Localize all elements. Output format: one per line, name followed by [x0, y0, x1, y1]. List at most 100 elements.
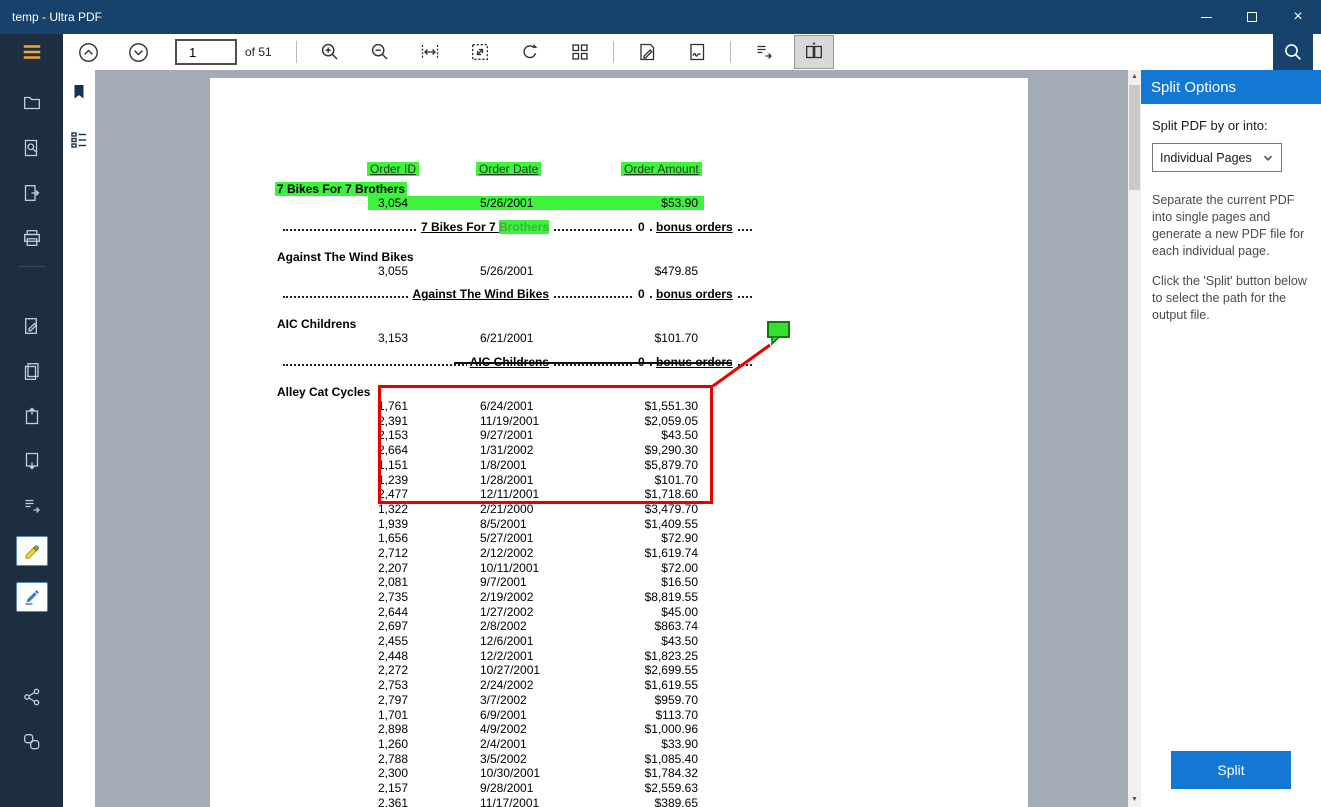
- order-row: 2,712 2/12/2002 $1,619.74: [210, 546, 1028, 561]
- split-options-body: Split PDF by or into: Individual Pages S…: [1141, 104, 1321, 807]
- open-file-button[interactable]: [0, 80, 63, 125]
- order-amount-cell: $1,823.25: [644, 648, 698, 663]
- order-amount-cell: $1,409.55: [644, 516, 698, 531]
- summary-name: AIC Childrens: [466, 355, 552, 371]
- order-date-cell: 6/21/2001: [480, 331, 534, 346]
- summary-name: 7 Bikes For 7 Brothers: [417, 219, 552, 235]
- close-button[interactable]: ×: [1275, 0, 1321, 34]
- summary-name-part: 7 Bikes For 7: [420, 219, 499, 234]
- annotation-connector-line: [712, 343, 771, 388]
- fit-page-button[interactable]: [460, 35, 500, 69]
- order-row: 1,701 6/9/2001 $113.70: [210, 708, 1028, 723]
- order-date-cell: 5/26/2001: [480, 263, 534, 278]
- minimize-button[interactable]: [1183, 0, 1229, 34]
- maximize-button[interactable]: [1229, 0, 1275, 34]
- close-icon: ×: [1293, 8, 1303, 25]
- toolbar-separator: [295, 41, 297, 63]
- order-id-cell: 2,272: [377, 663, 408, 678]
- menu-button[interactable]: [0, 34, 63, 70]
- sign-document-button[interactable]: [677, 35, 717, 69]
- chevron-down-icon: [1263, 155, 1273, 161]
- export-page-button[interactable]: [0, 170, 63, 215]
- zoom-in-button[interactable]: [310, 35, 350, 69]
- print-button[interactable]: [0, 215, 63, 260]
- extract-text-button[interactable]: [0, 483, 63, 528]
- annotation-red-box[interactable]: [378, 385, 713, 504]
- page-number-input[interactable]: [175, 39, 237, 65]
- order-row: 1,260 2/4/2001 $33.90: [210, 737, 1028, 752]
- order-id-cell: 3,054: [377, 196, 408, 210]
- split-mode-dropdown[interactable]: Individual Pages: [1152, 143, 1282, 172]
- group-summary: Against The Wind Bikes 0 bonus orders: [210, 287, 1028, 303]
- order-row: 2,735 2/19/2002 $8,819.55: [210, 590, 1028, 605]
- rotate-button[interactable]: [510, 35, 550, 69]
- highlight-tool-button[interactable]: [15, 536, 48, 566]
- order-date-cell: 2/19/2002: [480, 590, 534, 604]
- order-date-cell: 4/9/2002: [480, 722, 527, 737]
- zoom-in-icon: [321, 43, 338, 60]
- order-amount-cell: $1,619.55: [644, 678, 698, 693]
- split-description-1: Separate the current PDF into single pag…: [1152, 193, 1305, 258]
- fit-width-button[interactable]: [410, 35, 450, 69]
- order-id-cell: 3,153: [377, 331, 408, 346]
- order-group: 7 Bikes For 7 Brothers 3,054 5/26/2001 $53.…: [210, 182, 1028, 235]
- order-id-cell: 1,260: [377, 736, 408, 751]
- search-button[interactable]: [1273, 34, 1313, 70]
- content-row: Order ID Order Date Order Amount 7 Bikes…: [63, 70, 1321, 807]
- order-amount-cell: $8,819.55: [644, 590, 698, 604]
- order-row: 2,788 3/5/2002 $1,085.40: [210, 752, 1028, 767]
- order-row: 2,697 2/8/2002 $863.74: [210, 619, 1028, 634]
- order-row: 1,656 5/27/2001 $72.90: [210, 531, 1028, 546]
- share-button[interactable]: [0, 674, 63, 719]
- strikeout-tool-button[interactable]: [15, 582, 48, 612]
- thumbnails-button[interactable]: [560, 35, 600, 69]
- bookmarks-tab[interactable]: [66, 80, 92, 104]
- order-row: 2,455 12/6/2001 $43.50: [210, 634, 1028, 649]
- page-insert-icon: [25, 406, 38, 424]
- order-date-cell: 2/24/2002: [480, 678, 534, 693]
- search-document-button[interactable]: [0, 125, 63, 170]
- fit-page-icon: [471, 44, 488, 60]
- summary-count: 0: [634, 219, 649, 235]
- order-amount-cell: $1,784.32: [644, 766, 698, 781]
- stamps-button[interactable]: [0, 719, 63, 764]
- summary-count: 0: [634, 355, 649, 371]
- order-date-cell: 6/9/2001: [480, 707, 527, 722]
- order-amount-cell: $389.65: [654, 795, 698, 807]
- page-insert-button[interactable]: [0, 393, 63, 438]
- maximize-icon: [1247, 12, 1257, 22]
- edit-document-button[interactable]: [627, 35, 667, 69]
- thumbnails-tab[interactable]: [66, 128, 92, 152]
- summary-name-part: Brothers: [498, 219, 549, 234]
- annotation-comment-icon[interactable]: [766, 319, 793, 346]
- order-row: 2,797 3/7/2002 $959.70: [210, 693, 1028, 708]
- order-date-cell: 12/2/2001: [480, 648, 534, 663]
- order-id-cell: 2,448: [377, 648, 408, 663]
- previous-page-button[interactable]: [68, 35, 108, 69]
- chevron-up-circle-icon: [78, 42, 98, 62]
- page-count-label: of 51: [245, 45, 272, 59]
- page-edit-button[interactable]: [0, 303, 63, 348]
- order-id-cell: 1,322: [377, 501, 408, 516]
- summary-count: 0: [634, 287, 649, 303]
- vertical-scrollbar[interactable]: ▲ ▼: [1128, 70, 1141, 807]
- page-edit-icon: [24, 317, 37, 334]
- split-document-button[interactable]: [793, 35, 834, 69]
- group-name: 7 Bikes For 7 Brothers: [275, 182, 408, 196]
- page-copy-button[interactable]: [0, 348, 63, 393]
- zoom-out-button[interactable]: [360, 35, 400, 69]
- scroll-down-button[interactable]: ▼: [1128, 793, 1141, 807]
- page-extract-button[interactable]: [0, 438, 63, 483]
- order-group: AIC Childrens 3,153 6/21/2001 $101.70 AIC Ch…: [210, 317, 1028, 371]
- order-row: 2,448 12/2/2001 $1,823.25: [210, 649, 1028, 664]
- split-button[interactable]: Split: [1171, 751, 1291, 789]
- split-pages-icon: [805, 42, 822, 59]
- order-amount-cell: $1,085.40: [644, 751, 698, 766]
- window-body: of 51: [0, 34, 1321, 807]
- comment-bubble-icon: [767, 321, 790, 346]
- thumbnail-list-icon: [71, 132, 86, 148]
- extract-pages-button[interactable]: [744, 35, 784, 69]
- next-page-button[interactable]: [118, 35, 158, 69]
- scrollbar-thumb[interactable]: [1129, 85, 1140, 190]
- scroll-up-button[interactable]: ▲: [1128, 70, 1141, 84]
